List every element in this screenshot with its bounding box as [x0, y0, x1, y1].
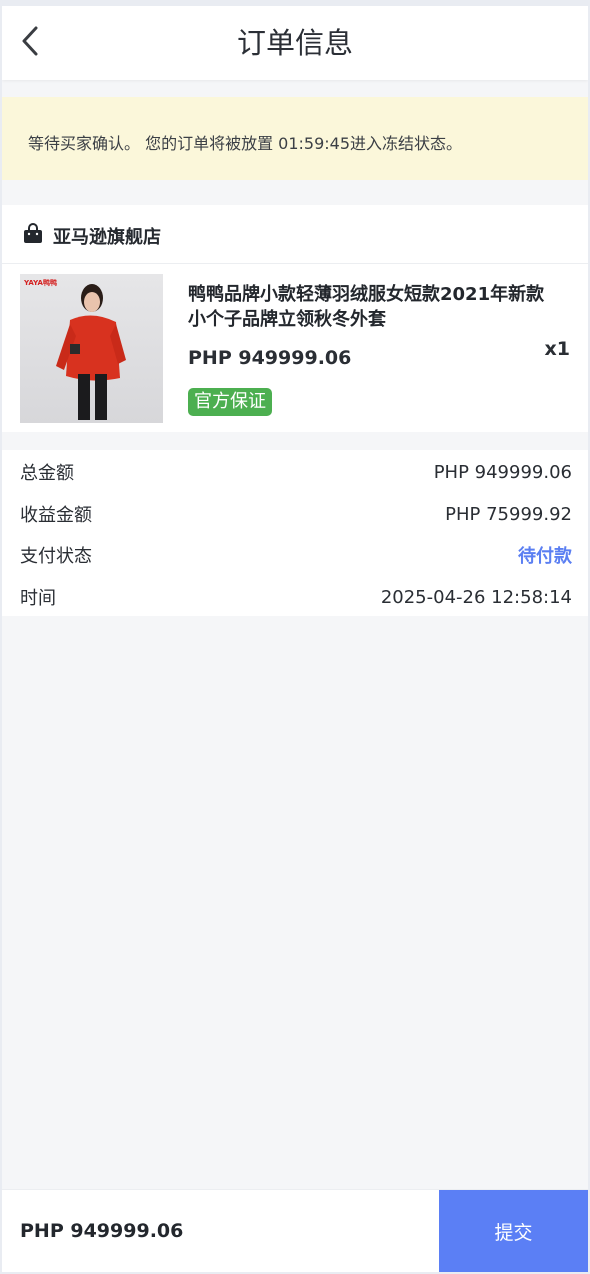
store-name: 亚马逊旗舰店 — [53, 227, 161, 248]
summary-label: 支付状态 — [20, 546, 92, 567]
status-notice: 等待买家确认。 您的订单将被放置 01:59:45进入冻结状态。 — [2, 97, 588, 180]
summary-value: PHP 949999.06 — [433, 461, 572, 483]
summary-row-time: 时间 2025-04-26 12:58:14 — [20, 583, 572, 611]
summary-label: 总金额 — [20, 463, 74, 484]
footer-total: PHP 949999.06 — [20, 1220, 184, 1242]
product-quantity: x1 — [544, 338, 570, 360]
product-name[interactable]: 鸭鸭品牌小款轻薄羽绒服女短款2021年新款小个子品牌立领秋冬外套 — [188, 282, 558, 332]
order-summary: 总金额 PHP 949999.06 收益金额 PHP 75999.92 支付状态… — [2, 450, 588, 616]
product-price: PHP 949999.06 — [188, 347, 352, 369]
page-title: 订单信息 — [236, 26, 353, 60]
product-image[interactable]: YAYA鸭鸭 — [20, 274, 163, 423]
store-header[interactable]: 亚马逊旗舰店 — [2, 205, 588, 264]
app-screen: 订单信息 等待买家确认。 您的订单将被放置 01:59:45进入冻结状态。 亚马… — [2, 6, 588, 1272]
summary-row-total: 总金额 PHP 949999.06 — [20, 458, 572, 486]
shopping-bag-icon — [22, 222, 44, 248]
summary-value: 2025-04-26 12:58:14 — [380, 586, 572, 608]
summary-row-payment-status: 支付状态 待付款 — [20, 541, 572, 569]
payment-status-value: 待付款 — [518, 546, 572, 567]
summary-label: 收益金额 — [20, 505, 92, 526]
summary-value: PHP 75999.92 — [445, 503, 572, 525]
summary-label: 时间 — [20, 588, 56, 609]
notice-text: 等待买家确认。 您的订单将被放置 01:59:45进入冻结状态。 — [28, 134, 463, 153]
submit-button[interactable]: 提交 — [439, 1190, 588, 1272]
official-guarantee-badge: 官方保证 — [188, 388, 272, 416]
product-card[interactable]: YAYA鸭鸭 鸭鸭品牌小款轻薄羽绒服女短款2021年新款小个子品牌立领秋冬外套 … — [2, 264, 588, 432]
summary-row-earnings: 收益金额 PHP 75999.92 — [20, 500, 572, 528]
top-bar: 订单信息 — [2, 6, 588, 80]
bottom-bar: PHP 949999.06 提交 — [2, 1189, 588, 1272]
